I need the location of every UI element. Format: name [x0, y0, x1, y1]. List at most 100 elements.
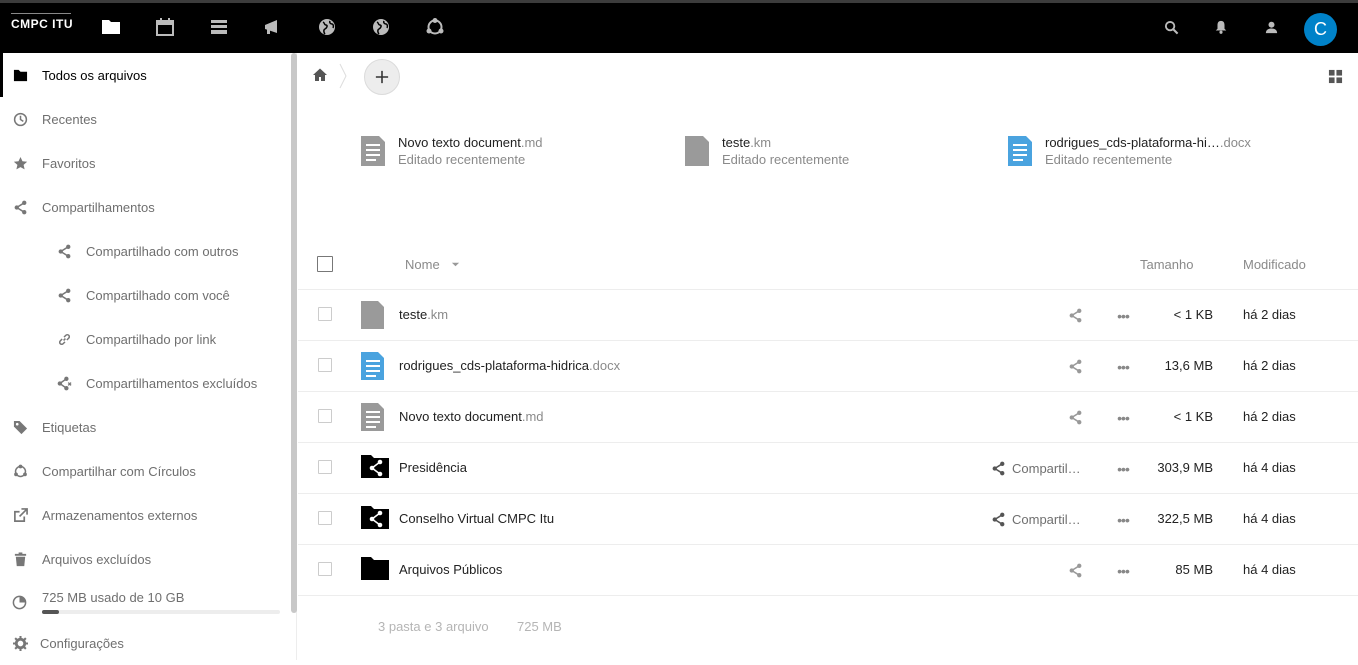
- file-name: rodrigues_cds-plataforma-hidrica.docx: [399, 358, 620, 373]
- shared-indicator[interactable]: Compartil…: [991, 512, 1081, 527]
- sort-down-icon: [452, 262, 460, 267]
- recent-file-name: Novo texto document.md: [398, 135, 543, 150]
- file-modified: há 4 dias: [1243, 511, 1296, 526]
- row-checkbox[interactable]: [318, 409, 332, 423]
- sidebar-item-favorites[interactable]: Favoritos: [0, 141, 292, 185]
- more-actions-icon[interactable]: •••: [1114, 410, 1132, 426]
- announcements-app-icon[interactable]: [262, 16, 284, 38]
- file-modified: há 4 dias: [1243, 460, 1296, 475]
- contacts-icon[interactable]: [1261, 17, 1281, 37]
- sidebar-item-tags[interactable]: Etiquetas: [0, 405, 292, 449]
- circles-app-icon[interactable]: [424, 16, 446, 38]
- share-icon[interactable]: [1068, 359, 1084, 375]
- sidebar-item-recent[interactable]: Recentes: [0, 97, 292, 141]
- gear-icon: [12, 635, 28, 651]
- table-row[interactable]: Presidência Compartil… ••• 303,9 MB há 4…: [298, 443, 1358, 494]
- sidebar-item-deleted-files[interactable]: Arquivos excluídos: [0, 537, 292, 581]
- sidebar-item-label: Arquivos excluídos: [42, 551, 152, 567]
- quota-bar-fill: [42, 610, 59, 614]
- pie-chart-icon: [12, 595, 27, 613]
- recent-file-card[interactable]: rodrigues_cds-plataforma-hi….docx Editad…: [1007, 133, 1307, 169]
- home-icon[interactable]: [312, 67, 330, 85]
- sidebar-item-label: Etiquetas: [42, 419, 97, 435]
- calendar-app-icon[interactable]: [154, 16, 176, 38]
- recent-file-card[interactable]: teste.km Editado recentemente: [684, 133, 984, 169]
- sidebar-item-external-storage[interactable]: Armazenamentos externos: [0, 493, 292, 537]
- row-checkbox[interactable]: [318, 358, 332, 372]
- row-checkbox[interactable]: [318, 307, 332, 321]
- sidebar-item-shared-by-link[interactable]: Compartilhado por link: [0, 317, 292, 361]
- file-modified: há 2 dias: [1243, 307, 1296, 322]
- table-row[interactable]: Arquivos Públicos ••• 85 MB há 4 dias: [298, 545, 1358, 596]
- more-actions-icon[interactable]: •••: [1114, 512, 1132, 528]
- sidebar-item-shares[interactable]: Compartilhamentos: [0, 185, 292, 229]
- search-icon[interactable]: [1161, 17, 1181, 37]
- column-header-size[interactable]: Tamanho: [1140, 257, 1193, 272]
- share-icon[interactable]: [1068, 563, 1084, 579]
- sidebar-item-label: Compartilhamentos: [42, 199, 155, 215]
- file-size: 13,6 MB: [1164, 358, 1213, 373]
- share-icon[interactable]: [1068, 410, 1084, 426]
- file-basename: Arquivos Públicos: [399, 562, 503, 577]
- new-file-button[interactable]: [364, 59, 400, 95]
- breadcrumb-separator: [338, 63, 348, 89]
- column-header-name[interactable]: Nome: [405, 257, 460, 272]
- recent-file-extension: .docx: [1219, 135, 1251, 150]
- file-basename: Conselho Virtual CMPC Itu: [399, 511, 555, 526]
- grid-icon: [1328, 69, 1343, 84]
- file-size: 85 MB: [1175, 562, 1213, 577]
- row-checkbox[interactable]: [318, 511, 332, 525]
- shared-indicator[interactable]: Compartil…: [991, 461, 1081, 476]
- sidebar-item-settings[interactable]: Configurações: [0, 621, 292, 665]
- sidebar-item-label: Configurações: [40, 635, 124, 651]
- sidebar-item-shared-with-others[interactable]: Compartilhado com outros: [0, 229, 292, 273]
- more-actions-icon[interactable]: •••: [1114, 461, 1132, 477]
- quota-label: 725 MB usado de 10 GB: [42, 590, 185, 605]
- external-link-icon: [12, 507, 28, 523]
- logo[interactable]: CMPC ITU: [11, 13, 73, 31]
- more-actions-icon[interactable]: •••: [1114, 359, 1132, 375]
- recent-file-card[interactable]: Novo texto document.md Editado recenteme…: [360, 133, 660, 169]
- globe-app-icon-2[interactable]: [370, 16, 392, 38]
- sidebar-item-label: Compartilhado com outros: [86, 243, 239, 259]
- more-actions-icon[interactable]: •••: [1114, 308, 1132, 324]
- document-icon: [1007, 135, 1033, 170]
- row-checkbox[interactable]: [318, 562, 332, 576]
- globe-app-icon[interactable]: [316, 16, 338, 38]
- select-all-checkbox[interactable]: [317, 256, 333, 272]
- app-content: Novo texto document.md Editado recenteme…: [298, 53, 1358, 660]
- column-header-modified[interactable]: Modificado: [1243, 257, 1306, 272]
- deck-app-icon[interactable]: [208, 16, 230, 38]
- sidebar-item-label: Compartilhamentos excluídos: [86, 375, 258, 391]
- summary-size: 725 MB: [517, 619, 562, 634]
- grid-view-toggle[interactable]: [1328, 69, 1344, 85]
- table-row[interactable]: Conselho Virtual CMPC Itu Compartil… •••…: [298, 494, 1358, 545]
- file-size: 303,9 MB: [1157, 460, 1213, 475]
- user-avatar[interactable]: C: [1304, 13, 1337, 46]
- share-icon: [56, 287, 72, 303]
- share-icon: [12, 199, 28, 215]
- file-basename: Novo texto document: [399, 409, 522, 424]
- sidebar-item-circles[interactable]: Compartilhar com Círculos: [0, 449, 292, 493]
- row-checkbox[interactable]: [318, 460, 332, 474]
- file-name: Arquivos Públicos: [399, 562, 502, 577]
- file-size: 322,5 MB: [1157, 511, 1213, 526]
- more-actions-icon[interactable]: •••: [1114, 563, 1132, 579]
- table-row[interactable]: rodrigues_cds-plataforma-hidrica.docx ••…: [298, 341, 1358, 392]
- share-icon: [56, 243, 72, 259]
- file-modified: há 2 dias: [1243, 358, 1296, 373]
- bell-icon[interactable]: [1211, 17, 1231, 37]
- sidebar-item-deleted-shares[interactable]: Compartilhamentos excluídos: [0, 361, 292, 405]
- sidebar-item-all-files[interactable]: Todos os arquivos: [0, 53, 292, 97]
- file-size: < 1 KB: [1173, 409, 1213, 424]
- recent-file-basename: teste: [722, 135, 751, 150]
- table-row[interactable]: teste.km ••• < 1 KB há 2 dias: [298, 290, 1358, 341]
- folder-icon: [12, 67, 28, 83]
- sidebar-item-label: Armazenamentos externos: [42, 507, 198, 523]
- sidebar-item-shared-with-you[interactable]: Compartilhado com você: [0, 273, 292, 317]
- files-app-icon[interactable]: [100, 16, 122, 38]
- table-row[interactable]: Novo texto document.md ••• < 1 KB há 2 d…: [298, 392, 1358, 443]
- file-basename: Presidência: [399, 460, 467, 475]
- share-icon[interactable]: [1068, 308, 1084, 324]
- shared-label: Compartil…: [1012, 461, 1081, 476]
